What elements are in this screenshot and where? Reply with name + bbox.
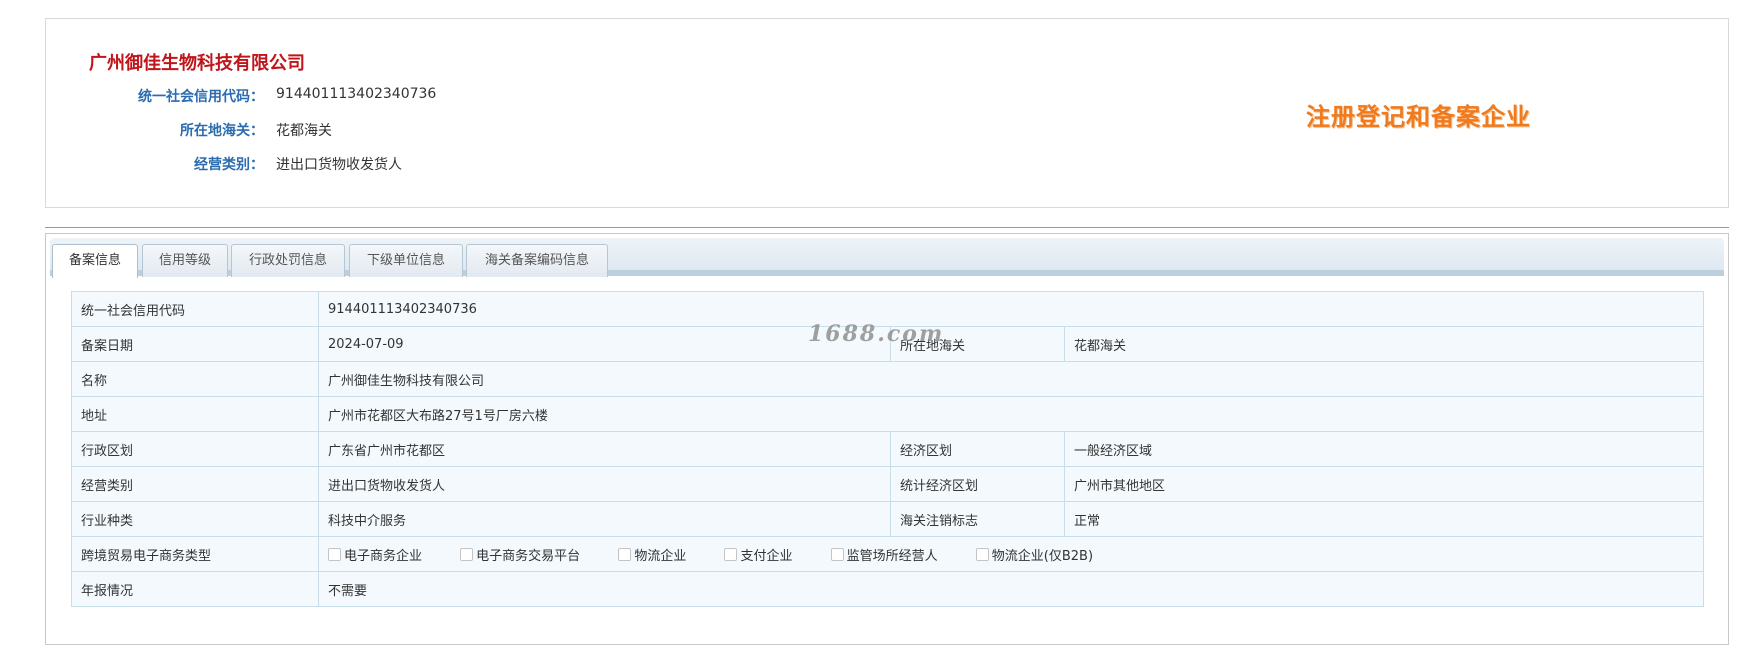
cancel-flag-label: 海关注销标志 bbox=[890, 501, 1065, 537]
ecommerce-option-label: 电子商务交易平台 bbox=[476, 548, 581, 564]
checkbox[interactable] bbox=[328, 547, 341, 561]
ecommerce-option[interactable]: 电子商务企业 bbox=[328, 545, 422, 564]
registration-badge: 注册登记和备案企业 bbox=[1306, 103, 1531, 131]
tab-penalty-info[interactable]: 行政处罚信息 bbox=[231, 244, 345, 277]
credit-code-value: 914401113402340736 bbox=[318, 291, 1704, 327]
checkbox[interactable] bbox=[975, 547, 989, 561]
industry-value: 科技中介服务 bbox=[318, 501, 891, 537]
stat-region-label: 统计经济区划 bbox=[890, 466, 1065, 502]
header-customs-label: 所在地海关： bbox=[180, 123, 264, 139]
table-row: 行政区划 广东省广州市花都区 经济区划 一般经济区域 bbox=[71, 431, 1704, 467]
header-credit-code-value: 914401113402340736 bbox=[276, 86, 437, 102]
header-customs-value: 花都海关 bbox=[276, 123, 332, 139]
header-credit-code-row: 统一社会信用代码： 914401113402340736 bbox=[46, 86, 646, 106]
annual-report-value: 不需要 bbox=[318, 571, 1704, 607]
ecommerce-option-label: 监管场所经营人 bbox=[846, 548, 938, 564]
tab-record-info[interactable]: 备案信息 bbox=[52, 244, 138, 278]
stat-region-value: 广州市其他地区 bbox=[1064, 466, 1704, 502]
business-type-label: 经营类别 bbox=[71, 466, 319, 502]
table-row: 行业种类 科技中介服务 海关注销标志 正常 bbox=[71, 501, 1704, 537]
record-date-value: 2024-07-09 bbox=[318, 326, 891, 362]
header-credit-code-label: 统一社会信用代码： bbox=[138, 89, 264, 105]
customs-value: 花都海关 bbox=[1064, 326, 1704, 362]
address-value: 广州市花都区大布路27号1号厂房六楼 bbox=[318, 396, 1704, 432]
checkbox[interactable] bbox=[618, 547, 632, 561]
tab-subunit-info[interactable]: 下级单位信息 bbox=[349, 244, 463, 277]
econ-region-label: 经济区划 bbox=[890, 431, 1065, 467]
company-name: 广州御佳生物科技有限公司 bbox=[89, 53, 305, 74]
ecommerce-option-label: 支付企业 bbox=[740, 548, 793, 564]
ecommerce-option[interactable]: 物流企业(仅B2B) bbox=[975, 545, 1094, 564]
ecommerce-option[interactable]: 支付企业 bbox=[724, 545, 792, 564]
ecommerce-option-label: 物流企业(仅B2B) bbox=[991, 548, 1094, 564]
ecommerce-option-label: 物流企业 bbox=[634, 548, 687, 564]
industry-label: 行业种类 bbox=[71, 501, 319, 537]
header-business-type-value: 进出口货物收发货人 bbox=[276, 157, 402, 173]
header-business-type-label: 经营类别： bbox=[194, 157, 264, 173]
detail-panel: 备案信息 信用等级 行政处罚信息 下级单位信息 海关备案编码信息 统一社会信用代… bbox=[45, 233, 1729, 645]
name-label: 名称 bbox=[71, 361, 319, 397]
annual-report-label: 年报情况 bbox=[71, 571, 319, 607]
checkbox[interactable] bbox=[830, 547, 844, 561]
header-customs-row: 所在地海关： 花都海关 bbox=[46, 120, 646, 140]
ecommerce-type-options: 电子商务企业 电子商务交易平台 物流企业 支付企业 监管场所经营人 物流企业(仅… bbox=[318, 536, 1704, 572]
ecommerce-option[interactable]: 监管场所经营人 bbox=[830, 545, 938, 564]
record-date-label: 备案日期 bbox=[71, 326, 319, 362]
name-value: 广州御佳生物科技有限公司 bbox=[318, 361, 1704, 397]
credit-code-label: 统一社会信用代码 bbox=[71, 291, 319, 327]
address-label: 地址 bbox=[71, 396, 319, 432]
table-row: 地址 广州市花都区大布路27号1号厂房六楼 bbox=[71, 396, 1704, 432]
cancel-flag-value: 正常 bbox=[1064, 501, 1704, 537]
table-row: 年报情况 不需要 bbox=[71, 571, 1704, 607]
ecommerce-option-label: 电子商务企业 bbox=[344, 548, 423, 564]
tab-customs-code-info[interactable]: 海关备案编码信息 bbox=[466, 244, 608, 277]
header-business-type-row: 经营类别： 进出口货物收发货人 bbox=[46, 154, 646, 174]
checkbox[interactable] bbox=[724, 547, 738, 561]
admin-region-label: 行政区划 bbox=[71, 431, 319, 467]
table-row: 经营类别 进出口货物收发货人 统计经济区划 广州市其他地区 bbox=[71, 466, 1704, 502]
table-row: 跨境贸易电子商务类型 电子商务企业 电子商务交易平台 物流企业 支付企业 监管场… bbox=[71, 536, 1704, 572]
econ-region-value: 一般经济区域 bbox=[1064, 431, 1704, 467]
business-type-value: 进出口货物收发货人 bbox=[318, 466, 891, 502]
admin-region-value: 广东省广州市花都区 bbox=[318, 431, 891, 467]
company-header-panel: 广州御佳生物科技有限公司 统一社会信用代码： 91440111340234073… bbox=[45, 18, 1729, 208]
tab-credit-rating[interactable]: 信用等级 bbox=[142, 244, 228, 277]
ecommerce-type-label: 跨境贸易电子商务类型 bbox=[71, 536, 319, 572]
section-divider bbox=[45, 227, 1729, 228]
table-row: 名称 广州御佳生物科技有限公司 bbox=[71, 361, 1704, 397]
checkbox[interactable] bbox=[460, 547, 474, 561]
ecommerce-option[interactable]: 电子商务交易平台 bbox=[460, 545, 580, 564]
ecommerce-option[interactable]: 物流企业 bbox=[618, 545, 686, 564]
watermark: 1688.com bbox=[808, 321, 945, 347]
